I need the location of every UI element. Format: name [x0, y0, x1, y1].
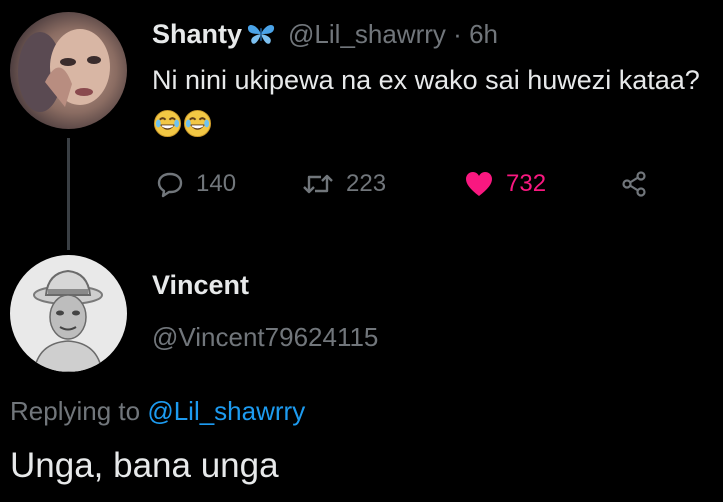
replying-to-label: Replying to	[10, 396, 141, 426]
reply-icon	[156, 170, 184, 198]
like-button[interactable]: 732	[464, 162, 546, 206]
author-handle[interactable]: @Lil_shawrry	[288, 19, 446, 49]
like-count: 732	[506, 170, 547, 197]
tweet-text: Ni nini ukipewa na ex wako sai huwezi ka…	[152, 58, 712, 146]
avatar-image	[10, 255, 127, 372]
avatar-vincent[interactable]	[10, 255, 127, 372]
retweet-icon	[302, 170, 334, 198]
face-with-tears-of-joy-icon	[183, 107, 212, 138]
thread-line	[67, 138, 70, 250]
replying-to: Replying to @Lil_shawrry	[10, 396, 305, 427]
timestamp[interactable]: 6h	[469, 19, 498, 49]
retweet-count: 223	[346, 170, 387, 197]
reply-button[interactable]: 140	[156, 162, 236, 206]
reply-count: 140	[196, 170, 237, 197]
face-with-tears-of-joy-icon	[153, 107, 182, 138]
avatar-image	[10, 12, 127, 129]
retweet-button[interactable]: 223	[302, 162, 386, 206]
reply-display-name[interactable]: Vincent	[152, 270, 249, 301]
display-name[interactable]: Shanty	[152, 19, 242, 50]
share-icon	[620, 170, 648, 198]
avatar-shanty[interactable]	[10, 12, 127, 129]
tweet-header: Shanty @Lil_shawrry · 6h	[152, 14, 498, 54]
heart-icon	[464, 170, 494, 198]
tweet-text-content: Ni nini ukipewa na ex wako sai huwezi ka…	[152, 65, 700, 95]
share-button[interactable]	[620, 162, 648, 206]
tweet-meta: @Lil_shawrry · 6h	[288, 19, 498, 50]
butterfly-icon	[246, 21, 276, 47]
meta-separator: ·	[453, 18, 462, 49]
replying-to-mention[interactable]: @Lil_shawrry	[147, 396, 305, 426]
reply-text: Unga, bana unga	[10, 446, 279, 485]
reply-handle[interactable]: @Vincent79624115	[152, 322, 378, 353]
